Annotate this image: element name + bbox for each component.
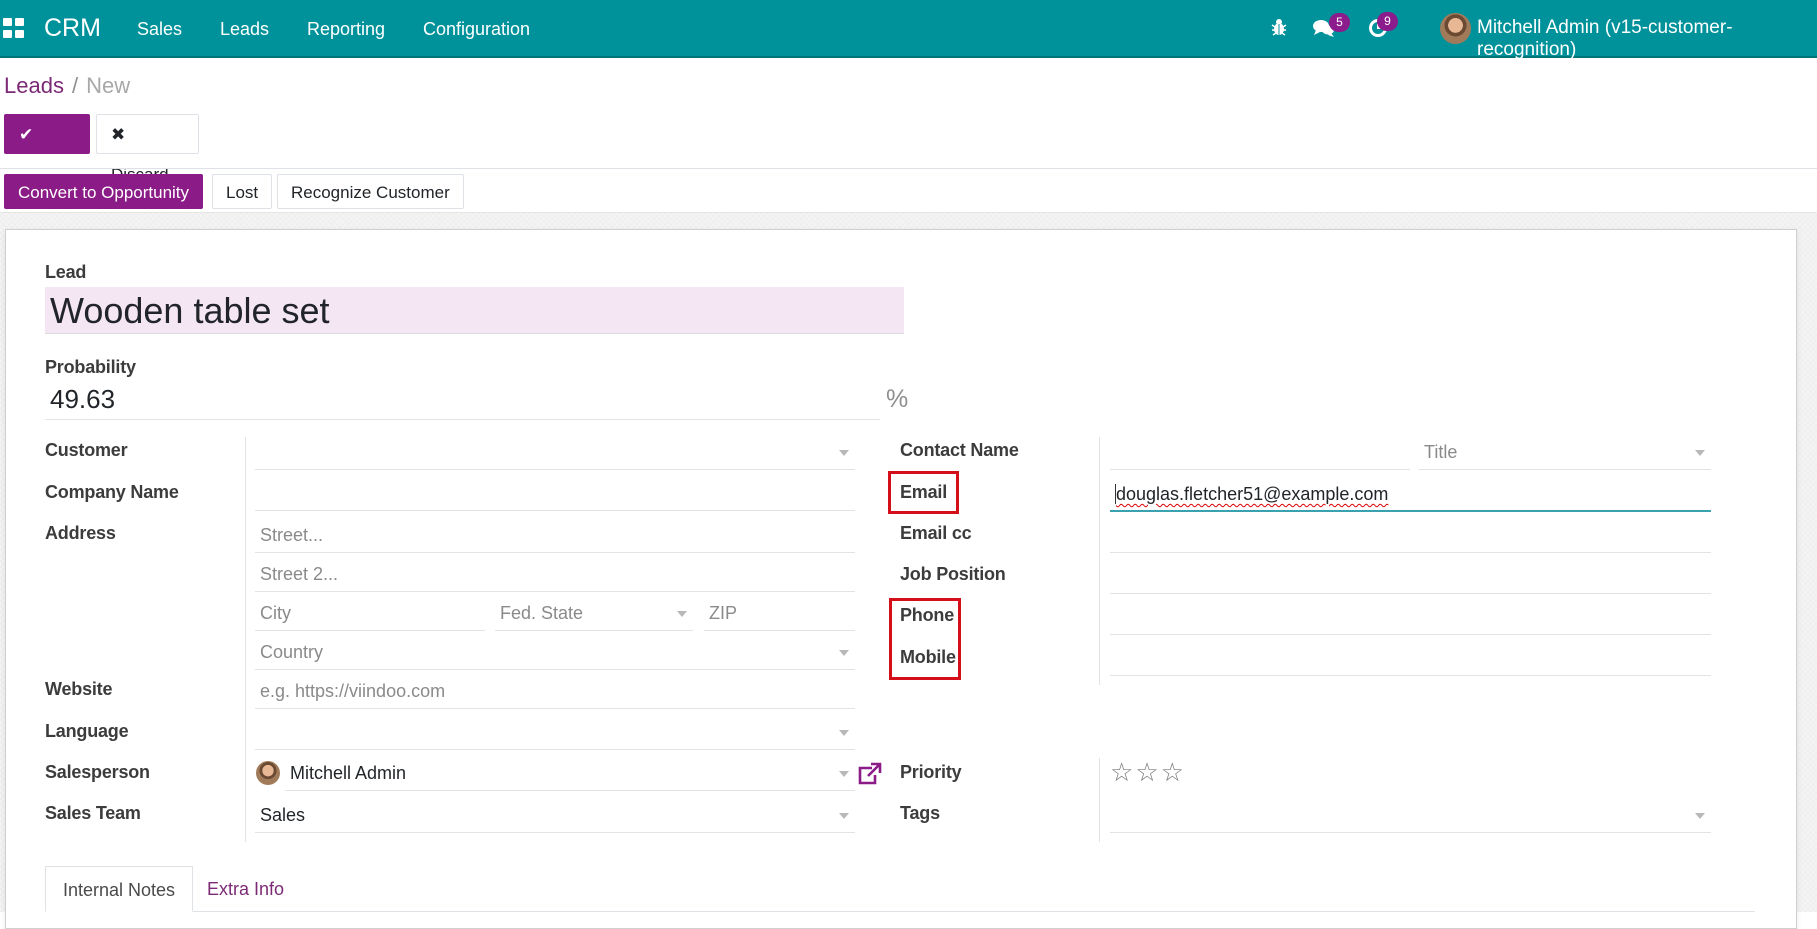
- tab-internal-notes[interactable]: Internal Notes: [45, 866, 194, 912]
- email-label: Email: [900, 482, 948, 502]
- divider: [0, 168, 1817, 169]
- priority-label: Priority: [900, 762, 962, 782]
- website-input[interactable]: e.g. https://viindoo.com: [255, 673, 855, 709]
- breadcrumb-current: New: [86, 73, 131, 98]
- breadcrumb: Leads / New: [4, 73, 130, 99]
- bug-icon[interactable]: [1271, 18, 1287, 41]
- chevron-down-icon: [839, 450, 849, 456]
- phone-input[interactable]: [1110, 599, 1711, 635]
- app-brand[interactable]: CRM: [44, 14, 101, 43]
- lead-name-input[interactable]: Wooden table set: [45, 287, 904, 334]
- sales-team-label: Sales Team: [45, 803, 141, 823]
- top-navbar: CRM Sales Leads Reporting Configuration …: [0, 0, 1817, 61]
- salesperson-select[interactable]: Mitchell Admin: [285, 755, 855, 791]
- address-label: Address: [45, 523, 116, 543]
- company-name-input[interactable]: [255, 475, 855, 511]
- country-select[interactable]: Country: [255, 634, 855, 670]
- menu-configuration[interactable]: Configuration: [423, 19, 530, 40]
- apps-grid-icon[interactable]: [3, 18, 25, 38]
- zip-input[interactable]: ZIP: [704, 595, 855, 631]
- customer-label: Customer: [45, 440, 128, 460]
- chevron-down-icon: [839, 730, 849, 736]
- right-group-divider-2: [1099, 758, 1100, 842]
- email-input[interactable]: douglas.fletcher51@example.com: [1110, 476, 1711, 512]
- chevron-down-icon: [1695, 813, 1705, 819]
- messages-count-badge: 5: [1329, 13, 1350, 32]
- company-name-label: Company Name: [45, 482, 179, 502]
- chevron-down-icon: [1695, 450, 1705, 456]
- mobile-label: Mobile: [900, 647, 956, 667]
- street-input[interactable]: Street...: [255, 517, 855, 553]
- chevron-down-icon: [839, 771, 849, 777]
- breadcrumb-separator: /: [71, 73, 79, 98]
- menu-leads[interactable]: Leads: [220, 19, 269, 40]
- job-position-input[interactable]: [1110, 558, 1711, 594]
- language-select[interactable]: [255, 714, 855, 750]
- website-label: Website: [45, 679, 113, 699]
- check-icon: ✔: [19, 125, 34, 144]
- tab-extra-info[interactable]: Extra Info: [190, 866, 301, 912]
- chevron-down-icon: [677, 611, 687, 617]
- probability-label: Probability: [45, 357, 136, 377]
- lost-button[interactable]: Lost: [212, 174, 273, 209]
- right-group-divider: [1099, 437, 1100, 685]
- convert-to-opportunity-button[interactable]: Convert to Opportunity: [4, 174, 204, 209]
- chevron-down-icon: [839, 813, 849, 819]
- percent-sign: %: [886, 385, 909, 413]
- email-cc-label: Email cc: [900, 523, 972, 543]
- salesperson-label: Salesperson: [45, 762, 150, 782]
- contact-name-label: Contact Name: [900, 440, 1019, 460]
- save-button[interactable]: ✔ Save: [4, 114, 90, 184]
- star-icon[interactable]: ☆: [1135, 757, 1160, 787]
- salesperson-avatar: [256, 761, 280, 785]
- contact-name-input[interactable]: [1110, 434, 1410, 470]
- menu-reporting[interactable]: Reporting: [307, 19, 385, 40]
- city-input[interactable]: City: [255, 595, 485, 631]
- email-cc-input[interactable]: [1110, 517, 1711, 553]
- external-link-icon[interactable]: [856, 762, 882, 791]
- breadcrumb-leads[interactable]: Leads: [4, 73, 64, 98]
- job-position-label: Job Position: [900, 564, 1006, 584]
- menu-sales[interactable]: Sales: [137, 19, 182, 40]
- probability-input[interactable]: 49.63: [45, 378, 880, 420]
- mobile-input[interactable]: [1110, 640, 1711, 676]
- chevron-down-icon: [839, 650, 849, 656]
- lead-label: Lead: [45, 262, 87, 282]
- close-icon: ✖: [111, 125, 126, 144]
- activities-count-badge: 9: [1377, 12, 1398, 31]
- language-label: Language: [45, 721, 129, 741]
- recognize-customer-button[interactable]: Recognize Customer: [277, 174, 464, 209]
- priority-stars: ☆☆☆: [1110, 757, 1186, 788]
- left-group-divider: [245, 437, 246, 842]
- tags-select[interactable]: [1110, 797, 1711, 833]
- tags-label: Tags: [900, 803, 940, 823]
- state-select[interactable]: Fed. State: [495, 595, 693, 631]
- email-value: douglas.fletcher51@example.com: [1115, 484, 1389, 504]
- user-menu[interactable]: Mitchell Admin (v15-customer-recognition…: [1477, 17, 1817, 61]
- discard-button[interactable]: ✖ Discard: [96, 114, 199, 184]
- sales-team-select[interactable]: Sales: [255, 797, 855, 833]
- customer-select[interactable]: [255, 434, 855, 470]
- title-select[interactable]: Title: [1419, 434, 1711, 470]
- user-avatar[interactable]: [1440, 13, 1471, 44]
- star-icon[interactable]: ☆: [1161, 757, 1186, 787]
- star-icon[interactable]: ☆: [1110, 757, 1135, 787]
- street2-input[interactable]: Street 2...: [255, 556, 855, 592]
- phone-label: Phone: [900, 605, 955, 625]
